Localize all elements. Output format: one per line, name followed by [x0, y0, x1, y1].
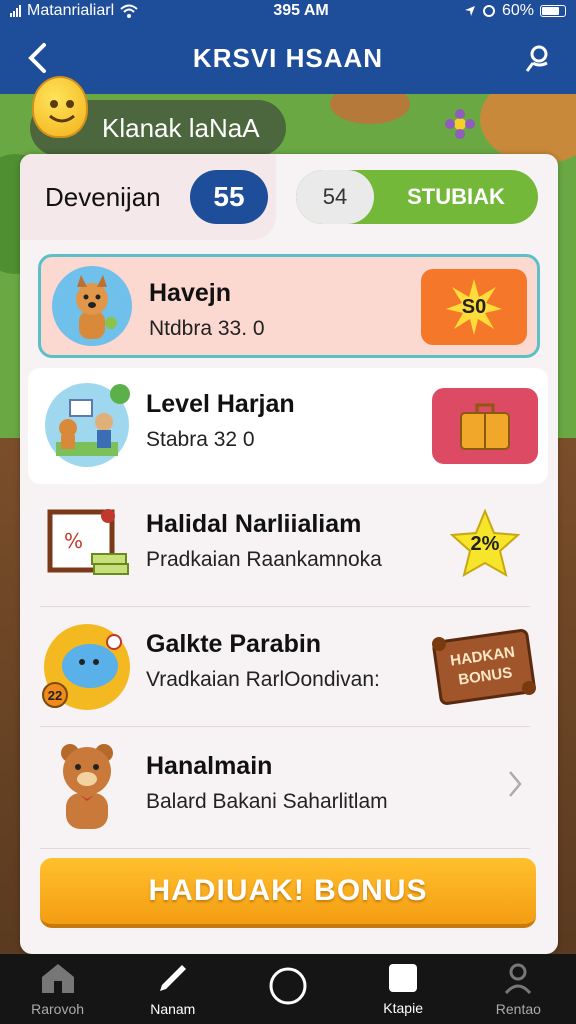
location-icon — [464, 6, 475, 16]
avatar-badge: 22 — [42, 682, 68, 708]
list-item-havejn[interactable]: Havejn Ntdbra 33. 0 S0 — [38, 254, 540, 358]
profile-icon — [505, 963, 532, 995]
profile-name: Klanak laNaA — [102, 112, 260, 143]
tab-home[interactable]: Rarovoh — [3, 954, 113, 1024]
tab-center[interactable] — [233, 954, 343, 1024]
back-button[interactable] — [20, 38, 54, 78]
status-bar: Matanrialiarl 395 AM 60% — [0, 0, 576, 22]
row-subtitle: Balard Bakani Saharlitlam — [146, 790, 388, 813]
tab-square[interactable]: Ktapie — [348, 954, 458, 1024]
board-avatar-icon: % — [47, 509, 129, 575]
smiley-avatar-icon[interactable] — [32, 76, 88, 138]
divider — [40, 726, 530, 727]
tab-label: Nanam — [150, 1001, 196, 1017]
bear-avatar-icon — [61, 744, 113, 829]
tab-label: Rentao — [495, 1001, 541, 1017]
reward-button[interactable]: HADKAN BONUS — [424, 622, 544, 712]
row-title: Galkte Parabin — [146, 630, 322, 658]
reward-label: S0 — [461, 295, 487, 318]
claim-bonus-button[interactable]: HADIUAK! BONUS — [40, 858, 536, 928]
battery-percent: 60% — [501, 2, 534, 19]
row-title: Havejn — [149, 279, 231, 307]
chevron-right-icon — [509, 771, 522, 797]
carrier-label: Matanrialiarl — [27, 2, 115, 19]
edit-icon — [159, 965, 186, 991]
row-title: Hanalmain — [146, 752, 273, 780]
row-title: Halidal Narliialiam — [146, 510, 362, 538]
toggle-knob: 54 — [296, 170, 374, 224]
tab-edit[interactable]: Nanam — [118, 954, 228, 1024]
tab-label: Ktapie — [383, 1000, 423, 1016]
reward-button[interactable]: 2% — [432, 506, 538, 582]
tree-decoration — [330, 94, 410, 124]
row-subtitle: Pradkaian Raankamnoka — [146, 548, 382, 571]
dog-avatar-icon — [52, 266, 132, 346]
wifi-icon — [120, 4, 138, 18]
user-icon — [525, 45, 548, 72]
clock: 395 AM — [273, 2, 329, 19]
battery-icon — [539, 5, 566, 17]
square-icon — [389, 964, 418, 992]
row-subtitle: Vradkaian RarlOondivan: — [146, 668, 380, 691]
flower-icon — [445, 109, 475, 139]
classroom-avatar-icon — [45, 383, 130, 467]
list-item-level-harjan[interactable]: Level Harjan Stabra 32 0 — [28, 368, 548, 484]
list-item-halidal[interactable]: % Halidal Narliialiam Pradkaian Raankamn… — [28, 488, 548, 606]
row-subtitle: Stabra 32 0 — [146, 428, 255, 451]
toggle-label: STUBIAK — [407, 184, 505, 209]
home-icon — [41, 964, 74, 993]
tab-bar: Rarovoh Nanam Ktapie Rentao — [0, 954, 576, 1024]
row-subtitle: Ntdbra 33. 0 — [149, 317, 265, 340]
briefcase-icon — [460, 403, 510, 450]
summary-label: Devenijan — [45, 182, 161, 212]
account-button[interactable] — [518, 38, 558, 78]
tab-profile[interactable]: Rentao — [463, 954, 573, 1024]
chevron-left-icon — [28, 43, 46, 73]
divider — [40, 848, 530, 849]
reward-button[interactable]: S0 — [421, 269, 527, 345]
reward-label: 2% — [470, 532, 500, 555]
alarm-icon — [482, 5, 495, 17]
list-item-hanalmain[interactable]: Hanalmain Balard Bakani Saharlitlam — [28, 730, 548, 848]
svg-text:%: % — [64, 529, 83, 553]
cta-label: HADIUAK! BONUS — [148, 874, 428, 907]
reward-button[interactable] — [432, 388, 538, 464]
list-item-galkte[interactable]: 22 Galkte Parabin Vradkaian RarlOondivan… — [28, 608, 548, 726]
page-title: KRSVI HSAAN — [192, 42, 384, 73]
score-value: 55 — [213, 181, 245, 212]
tab-label: Rarovoh — [31, 1001, 85, 1017]
status-toggle[interactable]: 54 STUBIAK — [296, 170, 538, 224]
toggle-value: 54 — [322, 184, 348, 209]
signal-icon — [10, 5, 21, 17]
score-badge: 55 — [190, 170, 268, 224]
circle-icon — [269, 967, 307, 1005]
divider — [40, 606, 530, 607]
row-title: Level Harjan — [146, 390, 295, 418]
